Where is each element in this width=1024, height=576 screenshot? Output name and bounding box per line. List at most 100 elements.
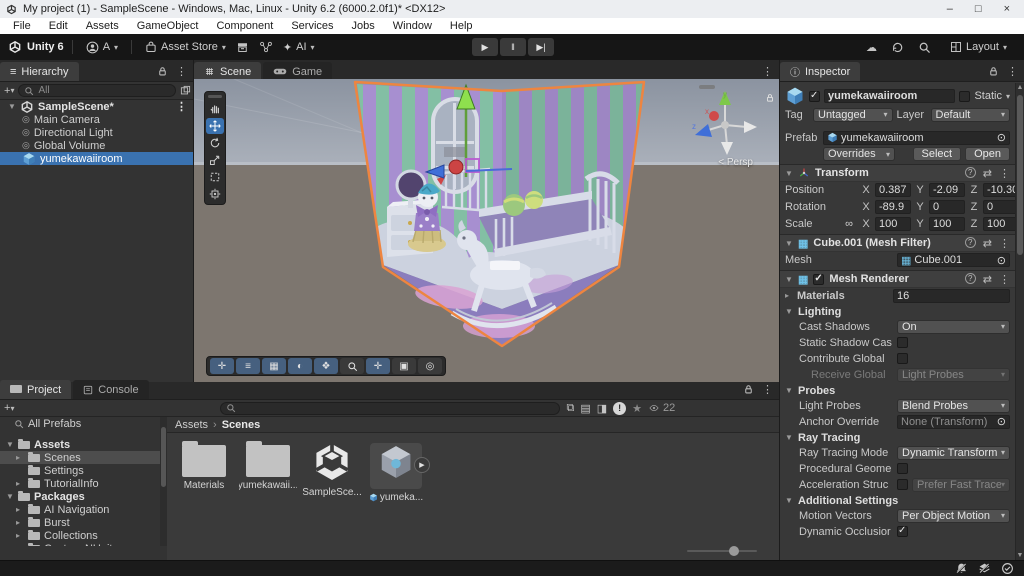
renderer-enabled-checkbox[interactable] [813,274,824,285]
mesh-renderer-header[interactable]: ▼ ▦ Mesh Renderer ?⇄⋮ [780,270,1015,288]
foldout-open-icon[interactable]: ▼ [785,496,793,505]
favorites-all-prefabs[interactable]: All Prefabs [0,417,160,430]
foldout-open-icon[interactable]: ▼ [785,169,793,178]
camera-overlay-button[interactable]: ▣ [392,358,416,374]
hidden-packages-toggle[interactable]: 22 [648,402,675,414]
asset-item-samplescene[interactable]: SampleSce... [303,439,361,498]
asset-item-yumekawaii-folder[interactable]: yumekawaii... [239,439,297,491]
rotation-x-field[interactable]: -89.9 [875,200,911,214]
ray-tracing-section-label[interactable]: Ray Tracing [798,432,860,444]
scene-viewport[interactable]: ✛ ≡ ▦ ◐ ❖ ✛ ▣ ◎ y [194,79,779,382]
status-check-icon[interactable] [1001,562,1014,575]
kebab-menu-icon[interactable]: ⋮ [999,273,1010,286]
move-overlay-button[interactable]: ✛ [210,358,234,374]
foldout-open-icon[interactable]: ▼ [785,433,793,442]
presets-icon[interactable]: ⇄ [983,167,992,180]
play-badge-icon[interactable]: ▶ [414,457,430,473]
tab-hierarchy[interactable]: ≡ Hierarchy [0,62,79,81]
overlay-drag-handle[interactable] [208,95,222,98]
label-filter-icon[interactable]: ◨ [597,402,607,415]
ray-tracing-mode-dropdown[interactable]: Dynamic Transform▾ [897,446,1010,460]
orientation-gizmo[interactable]: y x z [689,87,761,159]
menu-gameobject[interactable]: GameObject [128,20,208,32]
save-search-star-icon[interactable]: ★ [632,402,642,415]
project-search-input[interactable] [240,403,554,414]
tree-item-ai-navigation[interactable]: ▸AI Navigation [0,503,160,516]
rotate-tool[interactable] [206,135,224,151]
layout-dropdown[interactable]: Layout▾ [945,39,1012,55]
lighting-section-label[interactable]: Lighting [798,306,841,318]
tree-item-burst[interactable]: ▸Burst [0,516,160,529]
presets-icon[interactable]: ⇄ [983,273,992,286]
hierarchy-search[interactable] [18,84,176,97]
lock-icon[interactable] [743,384,754,395]
foldout-closed-icon[interactable]: ▸ [785,291,793,300]
menu-services[interactable]: Services [282,20,342,32]
dynamic-occlusion-checkbox[interactable] [897,526,908,537]
layers-overlay-button[interactable]: ❖ [314,358,338,374]
additional-settings-section-label[interactable]: Additional Settings [798,495,898,507]
tree-item-collections[interactable]: ▸Collections [0,529,160,542]
tree-item-custom-nunit[interactable]: ▸Custom NUnit [0,542,160,546]
close-button[interactable]: × [1004,3,1010,15]
scene-picker-icon[interactable] [180,85,191,96]
move-tool[interactable] [206,118,224,134]
lock-icon[interactable] [765,93,775,103]
static-dropdown-icon[interactable]: ▾ [1006,92,1010,101]
hierarchy-search-input[interactable] [38,85,170,96]
help-icon[interactable]: ? [965,273,976,284]
scale-z-field[interactable]: 100 [983,217,1015,231]
position-x-field[interactable]: 0.387 [875,183,911,197]
rotation-z-field[interactable]: 0 [983,200,1015,214]
anchor-override-field[interactable]: None (Transform)⊙ [897,415,1010,429]
scale-y-field[interactable]: 100 [929,217,965,231]
scale-x-field[interactable]: 100 [875,217,911,231]
grid-overlay-button[interactable]: ▦ [262,358,286,374]
lock-icon[interactable] [988,66,999,77]
lighting-overlay-button[interactable]: ◐ [288,358,312,374]
perspective-label[interactable]: < Persp [718,157,753,168]
static-checkbox[interactable] [959,91,970,102]
scale-tool[interactable] [206,152,224,168]
hierarchy-item-main-camera[interactable]: ◎ Main Camera [0,113,193,126]
tag-dropdown[interactable]: Untagged▾ [813,108,893,122]
position-y-field[interactable]: -2.09 [929,183,965,197]
project-tree-scrollbar[interactable] [160,417,167,546]
account-dropdown[interactable]: A▾ [81,39,123,56]
menu-assets[interactable]: Assets [77,20,128,32]
hierarchy-item-global-volume[interactable]: ◎ Global Volume [0,139,193,152]
step-button[interactable]: ▶| [528,38,554,56]
create-add-button[interactable]: +▾ [4,85,14,97]
cloud-icon[interactable]: ☁ [866,41,877,54]
tree-item-scenes[interactable]: ▸Scenes [0,451,160,464]
cast-shadows-dropdown[interactable]: On▾ [897,320,1010,334]
foldout-open-icon[interactable]: ▼ [785,386,793,395]
project-search[interactable] [220,402,560,415]
link-scale-icon[interactable]: ∞ [841,218,857,230]
contribute-gi-checkbox[interactable] [897,353,908,364]
view-sliders-button[interactable]: ≡ [236,358,260,374]
transform-header[interactable]: ▼ Transform ?⇄⋮ [780,164,1015,182]
presets-icon[interactable]: ⇄ [983,237,992,250]
position-z-field[interactable]: -10.30 [983,183,1015,197]
asset-item-yumeka-prefab[interactable]: ▶ yumeka... [367,439,425,503]
lock-icon[interactable] [157,66,168,77]
foldout-open-icon[interactable]: ▼ [785,307,793,316]
mesh-object-field[interactable]: ▦ Cube.001 ⊙ [897,253,1010,267]
transform-tool[interactable] [206,186,224,202]
tree-item-assets[interactable]: ▼Assets [0,438,160,451]
kebab-menu-icon[interactable]: ⋮ [762,65,773,78]
procedural-geometry-checkbox[interactable] [897,463,908,474]
undo-history-icon[interactable] [891,41,904,54]
light-probes-dropdown[interactable]: Blend Probes▾ [897,399,1010,413]
open-in-new-icon[interactable]: ⧉ [566,402,574,415]
help-icon[interactable]: ? [965,237,976,248]
object-picker-icon[interactable]: ⊙ [997,415,1006,428]
object-picker-icon[interactable]: ⊙ [997,131,1006,144]
asset-store-dropdown[interactable]: Asset Store▾ [140,39,231,55]
search-icon[interactable] [918,41,931,54]
menu-window[interactable]: Window [384,20,441,32]
maximize-button[interactable]: □ [975,3,982,15]
view-hand-tool[interactable] [206,101,224,117]
help-icon[interactable]: ? [965,167,976,178]
